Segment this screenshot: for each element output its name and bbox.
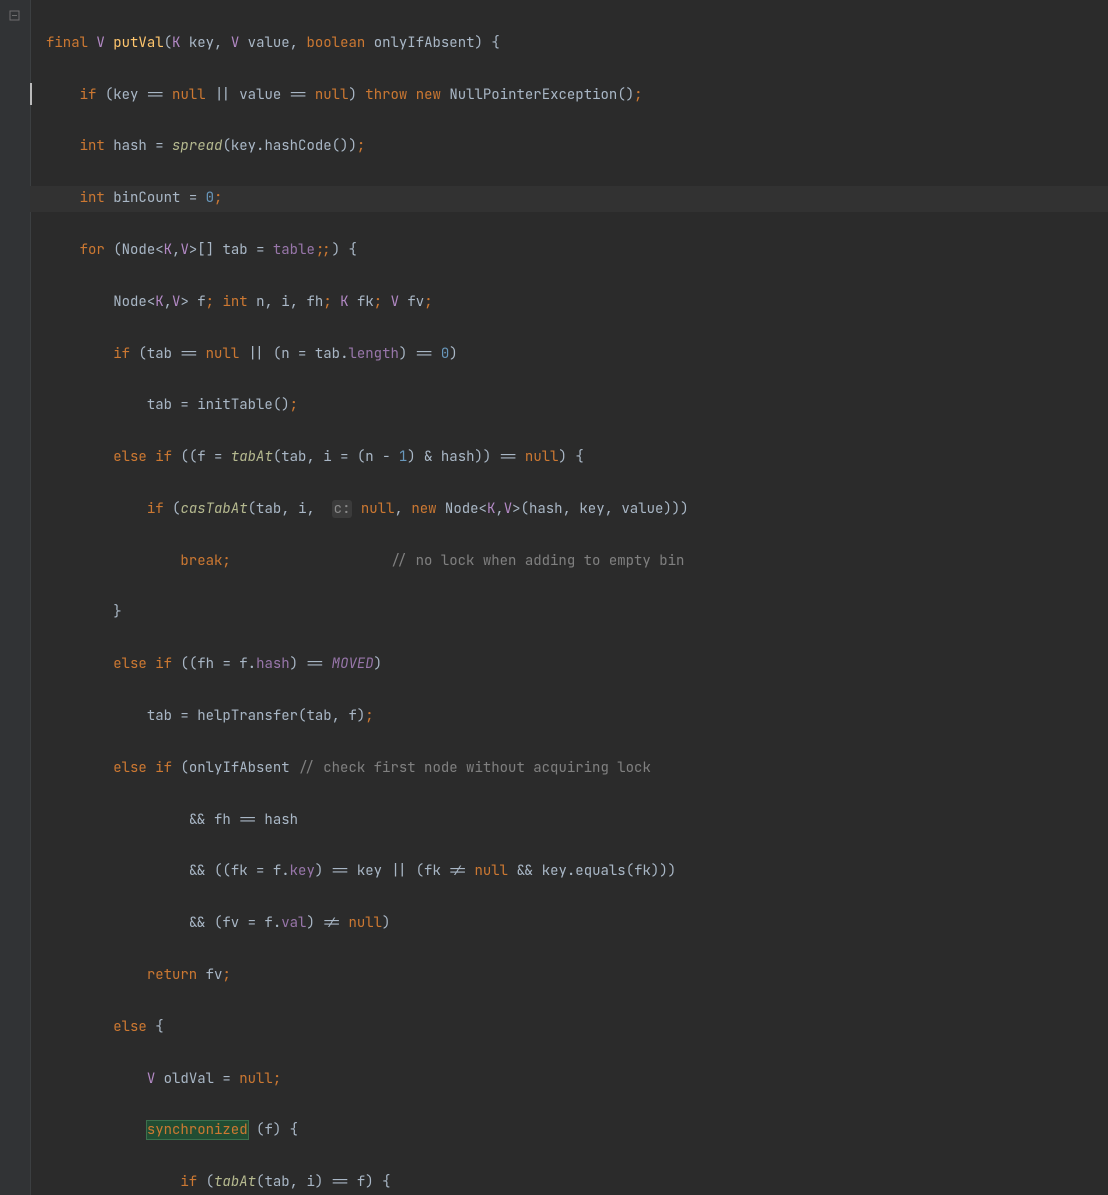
code-line[interactable]: tab = initTable();: [30, 393, 1108, 419]
fold-icon[interactable]: [9, 10, 20, 21]
code-line[interactable]: if (key == null || value == null) throw …: [30, 83, 1108, 109]
code-line[interactable]: else if ((f = tabAt(tab, i = (n - 1) & h…: [30, 445, 1108, 471]
code-line[interactable]: tab = helpTransfer(tab, f);: [30, 704, 1108, 730]
code-line-current[interactable]: int binCount = 0;: [30, 186, 1108, 212]
param-hint: c:: [332, 500, 353, 518]
code-line[interactable]: else if (onlyIfAbsent // check first nod…: [30, 756, 1108, 782]
code-editor[interactable]: final V putVal(K key, V value, boolean o…: [0, 0, 1108, 1195]
code-line[interactable]: else if ((fh = f.hash) == MOVED): [30, 652, 1108, 678]
code-line[interactable]: Node<K,V> f; int n, i, fh; K fk; V fv;: [30, 290, 1108, 316]
code-line[interactable]: if (casTabAt(tab, i, c: null, new Node<K…: [30, 497, 1108, 523]
code-line[interactable]: for (Node<K,V>[] tab = table;;) {: [30, 238, 1108, 264]
code-line[interactable]: else {: [30, 1015, 1108, 1041]
gutter: [0, 0, 31, 1195]
code-line[interactable]: && fh == hash: [30, 808, 1108, 834]
code-line[interactable]: synchronized (f) {: [30, 1118, 1108, 1144]
code-line[interactable]: V oldVal = null;: [30, 1067, 1108, 1093]
code-line[interactable]: if (tabAt(tab, i) == f) {: [30, 1170, 1108, 1195]
code-area[interactable]: final V putVal(K key, V value, boolean o…: [30, 0, 1108, 1195]
code-line[interactable]: final V putVal(K key, V value, boolean o…: [30, 31, 1108, 57]
code-line[interactable]: }: [30, 600, 1108, 626]
code-line[interactable]: break; // no lock when adding to empty b…: [30, 549, 1108, 575]
code-line[interactable]: && (fv = f.val) != null): [30, 911, 1108, 937]
highlighted-keyword: synchronized: [147, 1121, 248, 1139]
code-line[interactable]: int hash = spread(key.hashCode());: [30, 134, 1108, 160]
code-line[interactable]: if (tab == null || (n = tab.length) == 0…: [30, 342, 1108, 368]
code-line[interactable]: && ((fk = f.key) == key || (fk != null &…: [30, 859, 1108, 885]
code-line[interactable]: return fv;: [30, 963, 1108, 989]
